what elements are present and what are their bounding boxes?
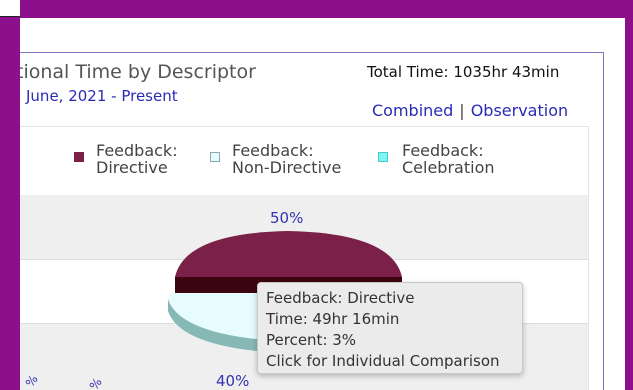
panel-border	[20, 52, 604, 53]
chart-title: tional Time by Descriptor	[20, 61, 256, 83]
date-range: June, 2021 - Present	[26, 87, 178, 105]
chart-tooltip: Feedback: Directive Time: 49hr 16min Per…	[257, 282, 523, 374]
tooltip-percent: Percent: 3%	[266, 331, 357, 349]
slice-label-40: 40%	[216, 372, 250, 390]
panel-border-right	[603, 52, 604, 390]
view-links: Combined | Observation	[372, 101, 568, 120]
link-separator: |	[459, 101, 465, 120]
tooltip-action: Click for Individual Comparison	[266, 352, 500, 370]
top-left-edge	[0, 0, 20, 17]
observation-link[interactable]: Observation	[471, 101, 568, 120]
total-time: Total Time: 1035hr 43min	[367, 63, 560, 81]
tooltip-series: Feedback: Directive	[266, 289, 415, 307]
combined-link[interactable]: Combined	[372, 101, 453, 120]
pie-slice-directive[interactable]	[175, 231, 402, 277]
report-panel: tional Time by Descriptor June, 2021 - P…	[20, 18, 625, 390]
tooltip-time: Time: 49hr 16min	[266, 310, 400, 328]
slice-label-50: 50%	[270, 209, 304, 227]
